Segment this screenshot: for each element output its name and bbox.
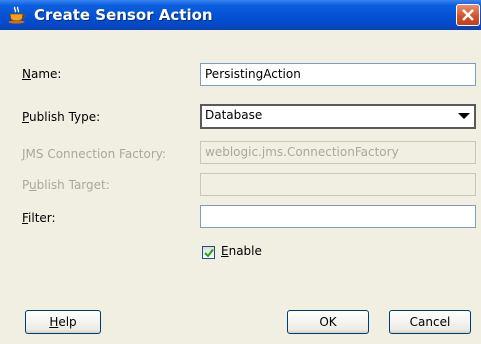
dialog-title: Create Sensor Action <box>34 6 213 24</box>
publish-target-label: Publish Target: <box>22 178 110 192</box>
close-icon <box>462 9 474 21</box>
publish-type-value: Database <box>205 108 263 122</box>
filter-field[interactable] <box>200 205 476 228</box>
close-button[interactable] <box>456 4 480 26</box>
ok-button[interactable]: OK <box>287 310 369 334</box>
title-bar: Create Sensor Action <box>0 0 481 30</box>
checkmark-icon <box>204 248 214 258</box>
jms-connection-factory-label: JMS Connection Factory: <box>22 147 167 161</box>
name-label: Name: <box>22 67 62 81</box>
publish-target-field <box>200 173 476 196</box>
cancel-button[interactable]: Cancel <box>389 310 471 334</box>
jms-connection-factory-field: weblogic.jms.ConnectionFactory <box>200 141 476 164</box>
name-field[interactable]: PersistingAction <box>200 63 476 86</box>
publish-type-select[interactable]: Database <box>200 104 476 129</box>
dropdown-arrow-icon[interactable] <box>458 113 470 119</box>
help-button[interactable]: Help <box>25 310 101 334</box>
filter-label: Filter: <box>22 211 56 225</box>
enable-label[interactable]: Enable <box>221 244 262 258</box>
enable-checkbox[interactable] <box>202 246 215 259</box>
cup-icon <box>7 6 27 24</box>
publish-type-label: Publish Type: <box>22 110 101 124</box>
